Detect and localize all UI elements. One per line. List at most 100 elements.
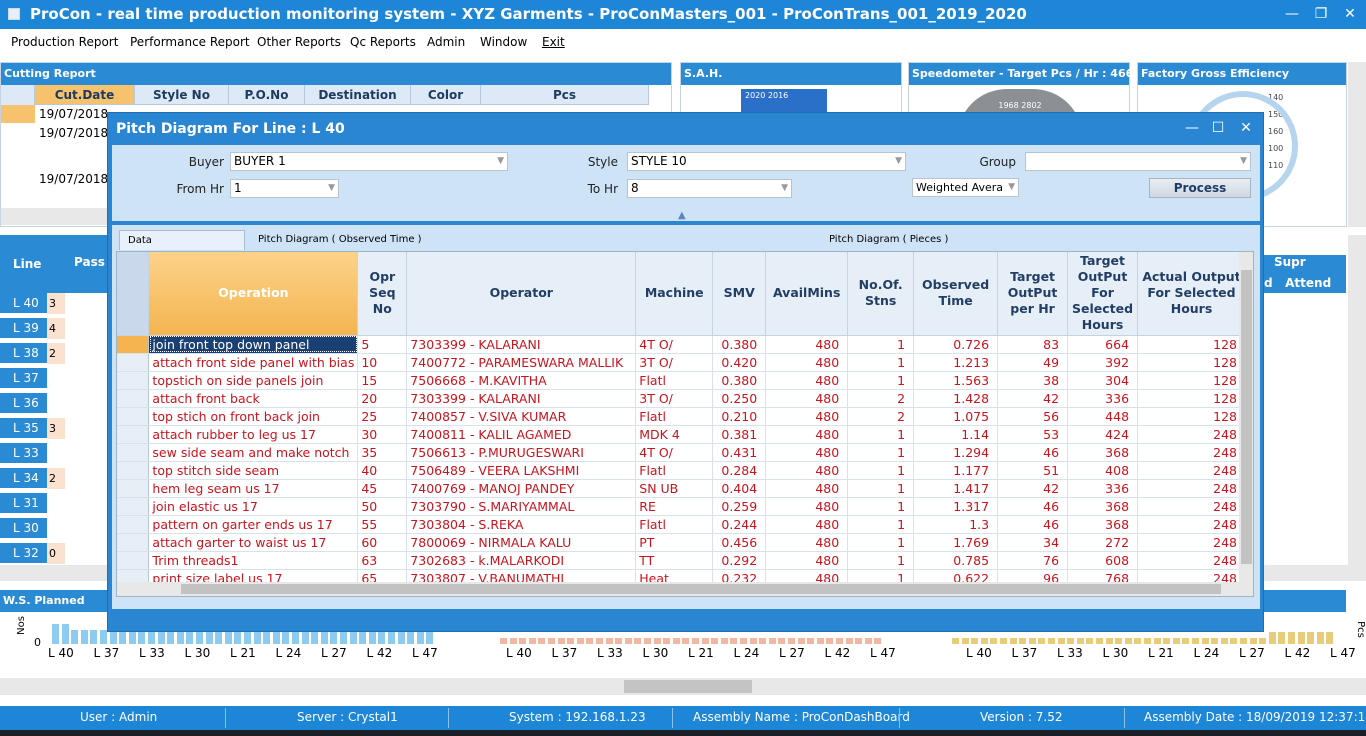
table-cell[interactable]: 368: [1067, 443, 1139, 462]
line-item[interactable]: L 39: [0, 318, 47, 339]
table-cell[interactable]: 0.284: [712, 461, 767, 480]
tab-pitch-observed-time[interactable]: Pitch Diagram ( Observed Time ): [250, 230, 422, 250]
table-cell[interactable]: 128: [1137, 353, 1246, 372]
table-cell[interactable]: 1.177: [913, 461, 999, 480]
column-header[interactable]: Target OutPut For Selected Hours: [1067, 252, 1139, 336]
table-cell[interactable]: 25: [357, 407, 408, 426]
table-cell[interactable]: TT: [635, 551, 714, 570]
table-cell[interactable]: 63: [357, 551, 408, 570]
to-hr-select[interactable]: 8 ▼: [627, 179, 792, 198]
table-cell[interactable]: 480: [765, 371, 849, 390]
tab-pitch-pieces[interactable]: Pitch Diagram ( Pieces ): [821, 230, 948, 250]
menu-window[interactable]: Window: [480, 35, 527, 49]
table-cell[interactable]: 1: [847, 371, 915, 390]
table-cell[interactable]: 7303399 - KALARANI: [406, 335, 637, 354]
table-cell[interactable]: 0.244: [712, 515, 767, 534]
row-header[interactable]: [117, 479, 150, 498]
table-cell[interactable]: 248: [1137, 551, 1246, 570]
table-cell[interactable]: 1: [847, 497, 915, 516]
cutting-col-color[interactable]: Color: [411, 85, 481, 105]
table-cell[interactable]: 1: [847, 515, 915, 534]
close-icon[interactable]: ✕: [1336, 3, 1364, 25]
table-cell[interactable]: pattern on garter ends us 17: [148, 515, 359, 534]
table-cell[interactable]: 248: [1137, 515, 1246, 534]
table-cell[interactable]: attach rubber to leg us 17: [148, 425, 359, 444]
table-cell[interactable]: 336: [1067, 479, 1139, 498]
table-cell[interactable]: 1: [847, 533, 915, 552]
table-cell[interactable]: 392: [1067, 353, 1139, 372]
table-row[interactable]: attach front back 20 7303399 - KALARANI 3T …: [117, 389, 1253, 408]
column-header[interactable]: Target OutPut per Hr: [997, 252, 1069, 336]
table-row[interactable]: pattern on garter ends us 17 55 7303804 - …: [117, 515, 1253, 534]
table-cell[interactable]: 480: [765, 533, 849, 552]
table-row[interactable]: join elastic us 17 50 7303790 - S.MARIYAMM…: [117, 497, 1253, 516]
table-cell[interactable]: 7400857 - V.SIVA KUMAR: [406, 407, 637, 426]
table-cell[interactable]: 480: [765, 425, 849, 444]
table-cell[interactable]: 272: [1067, 533, 1139, 552]
table-cell[interactable]: 480: [765, 443, 849, 462]
table-cell[interactable]: 2: [847, 407, 915, 426]
table-row[interactable]: hem leg seam us 17 45 7400769 - MANOJ PAND…: [117, 479, 1253, 498]
table-cell[interactable]: 336: [1067, 389, 1139, 408]
grid-vscrollbar[interactable]: [1239, 252, 1253, 596]
table-cell[interactable]: Flatl: [635, 407, 714, 426]
table-cell[interactable]: 1: [847, 425, 915, 444]
table-cell[interactable]: 0.456: [712, 533, 767, 552]
table-cell[interactable]: 248: [1137, 425, 1246, 444]
cutting-col-styleno[interactable]: Style No: [135, 85, 229, 105]
table-cell[interactable]: 304: [1067, 371, 1139, 390]
table-cell[interactable]: 7506668 - M.KAVITHA: [406, 371, 637, 390]
table-cell[interactable]: 7400772 - PARAMESWARA MALLIK: [406, 353, 637, 372]
table-row[interactable]: attach front side panel with bias 10 74007…: [117, 353, 1253, 372]
table-cell[interactable]: 1: [847, 443, 915, 462]
table-cell[interactable]: 38: [997, 371, 1069, 390]
table-cell[interactable]: 1.213: [913, 353, 999, 372]
table-cell[interactable]: 424: [1067, 425, 1139, 444]
restore-icon[interactable]: ❐: [1307, 3, 1335, 25]
row-header[interactable]: [117, 533, 150, 552]
column-header[interactable]: Operation: [148, 252, 359, 336]
table-cell[interactable]: 1.417: [913, 479, 999, 498]
table-cell[interactable]: 128: [1137, 407, 1246, 426]
table-cell[interactable]: 56: [997, 407, 1069, 426]
table-cell[interactable]: top stitch side seam: [148, 461, 359, 480]
row-header[interactable]: [117, 371, 150, 390]
process-button[interactable]: Process: [1149, 178, 1251, 198]
table-cell[interactable]: 408: [1067, 461, 1139, 480]
table-cell[interactable]: PT: [635, 533, 714, 552]
table-cell[interactable]: 1.428: [913, 389, 999, 408]
row-header[interactable]: [117, 425, 150, 444]
row-header[interactable]: [117, 335, 150, 354]
table-cell[interactable]: SN UB: [635, 479, 714, 498]
table-cell[interactable]: top stich on front back join: [148, 407, 359, 426]
table-cell[interactable]: 0.726: [913, 335, 999, 354]
table-cell[interactable]: 128: [1137, 371, 1246, 390]
table-cell[interactable]: 0.420: [712, 353, 767, 372]
table-cell[interactable]: 1.317: [913, 497, 999, 516]
table-cell[interactable]: 128: [1137, 335, 1246, 354]
table-cell[interactable]: attach front back: [148, 389, 359, 408]
table-cell[interactable]: 0.210: [712, 407, 767, 426]
table-cell[interactable]: 45: [357, 479, 408, 498]
menu-other-reports[interactable]: Other Reports: [257, 35, 341, 49]
table-cell[interactable]: 128: [1137, 389, 1246, 408]
table-cell[interactable]: 55: [357, 515, 408, 534]
row-header[interactable]: [117, 353, 150, 372]
line-item[interactable]: L 31: [0, 493, 47, 514]
column-header[interactable]: Machine: [635, 252, 714, 336]
table-cell[interactable]: 0.380: [712, 335, 767, 354]
table-cell[interactable]: 1.769: [913, 533, 999, 552]
table-cell[interactable]: 0.404: [712, 479, 767, 498]
table-cell[interactable]: 83: [997, 335, 1069, 354]
modal-close-icon[interactable]: ✕: [1232, 117, 1260, 139]
table-cell[interactable]: 0.381: [712, 425, 767, 444]
table-cell[interactable]: 50: [357, 497, 408, 516]
table-cell[interactable]: 480: [765, 551, 849, 570]
tab-data[interactable]: Data: [119, 230, 245, 250]
table-cell[interactable]: 0.259: [712, 497, 767, 516]
column-header[interactable]: Actual Output For Selected Hours: [1137, 252, 1246, 336]
cutting-col-destination[interactable]: Destination: [305, 85, 411, 105]
cutting-col-pono[interactable]: P.O.No: [229, 85, 305, 105]
table-cell[interactable]: 480: [765, 335, 849, 354]
table-cell[interactable]: 248: [1137, 443, 1246, 462]
